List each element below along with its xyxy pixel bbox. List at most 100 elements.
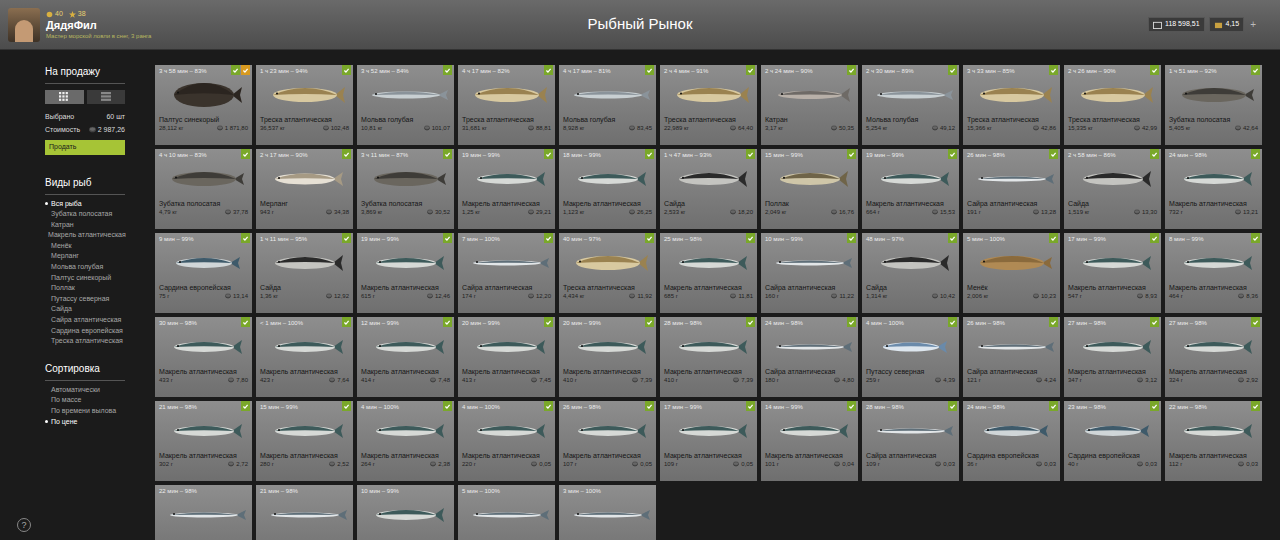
fish-card[interactable]: 20 мин – 99%Макрель атлантическая410 г7,… — [559, 317, 656, 397]
selected-badge[interactable] — [948, 317, 957, 327]
selected-badge[interactable] — [1150, 149, 1159, 159]
view-toggle[interactable] — [87, 90, 126, 104]
list-item[interactable]: Поллак — [45, 283, 125, 294]
selected-badge[interactable] — [241, 149, 250, 159]
selected-badge[interactable] — [948, 65, 957, 75]
fish-card[interactable]: 2 ч 58 мин – 86%Сайда1,519 кг13,30 — [1064, 149, 1161, 229]
selected-badge[interactable] — [645, 317, 654, 327]
list-item[interactable]: По массе — [45, 395, 125, 406]
selected-badge[interactable] — [645, 401, 654, 411]
selected-badge[interactable] — [231, 65, 240, 75]
fish-card[interactable]: 1 ч 11 мин – 95%Сайда1,36 кг12,92 — [256, 233, 353, 313]
fish-card[interactable]: 24 мин – 98%Сайра атлантическая180 г4,80 — [761, 317, 858, 397]
selected-badge[interactable] — [1150, 317, 1159, 327]
selected-badge[interactable] — [1150, 401, 1159, 411]
fish-card[interactable]: 2 ч 17 мин – 90%Мерланг943 г34,38 — [256, 149, 353, 229]
fish-card[interactable]: 3 ч 52 мин – 84%Мольва голубая10,81 кг10… — [357, 65, 454, 145]
fish-card[interactable]: 26 мин – 98%Сайра атлантическая121 г4,24 — [963, 317, 1060, 397]
fish-card[interactable]: 1 ч 47 мин – 93%Сайда2,533 кг18,20 — [660, 149, 757, 229]
selected-badge[interactable] — [847, 233, 856, 243]
fish-card[interactable]: 7 мин – 100%Сайра атлантическая174 г12,2… — [458, 233, 555, 313]
selected-badge[interactable] — [1049, 65, 1058, 75]
fish-card[interactable]: 15 мин – 99%Поллак2,049 кг16,76 — [761, 149, 858, 229]
fish-card[interactable]: 3 ч 33 мин – 85%Треска атлантическая15,3… — [963, 65, 1060, 145]
selected-badge[interactable] — [847, 401, 856, 411]
fish-card[interactable]: 24 мин – 98%Сардина европейская36 г0,03 — [963, 401, 1060, 481]
fish-card[interactable]: 30 мин – 98%Макрель атлантическая433 г7,… — [155, 317, 252, 397]
selected-badge[interactable] — [1049, 401, 1058, 411]
selected-badge[interactable] — [746, 317, 755, 327]
selected-badge[interactable] — [342, 233, 351, 243]
fish-card[interactable]: 22 мин – 98%Макрель атлантическая112 г0,… — [1165, 401, 1262, 481]
fish-card[interactable]: 25 мин – 98%Макрель атлантическая685 г11… — [660, 233, 757, 313]
selected-badge[interactable] — [1150, 65, 1159, 75]
fish-card[interactable]: 40 мин – 97%Треска атлантическая4,434 кг… — [559, 233, 656, 313]
selected-badge[interactable] — [342, 149, 351, 159]
selected-badge[interactable] — [241, 317, 250, 327]
selected-badge[interactable] — [342, 401, 351, 411]
sell-button[interactable]: Продать — [45, 140, 125, 155]
view-toggle[interactable] — [45, 90, 84, 104]
selected-badge[interactable] — [544, 149, 553, 159]
selected-badge[interactable] — [544, 65, 553, 75]
selected-badge[interactable] — [544, 317, 553, 327]
selected-badge[interactable] — [746, 401, 755, 411]
selected-badge[interactable] — [1049, 149, 1058, 159]
fish-card[interactable]: 4 ч 17 мин – 82%Треска атлантическая31,6… — [458, 65, 555, 145]
selected-badge[interactable] — [241, 401, 250, 411]
selected-badge[interactable] — [1251, 149, 1260, 159]
fish-card[interactable]: 4 мин – 100%Путассу северная259 г4,39 — [862, 317, 959, 397]
selected-badge[interactable] — [948, 401, 957, 411]
selected-badge[interactable] — [645, 65, 654, 75]
fish-card[interactable]: 26 мин – 98%Сайра атлантическая191 г13,2… — [963, 149, 1060, 229]
fish-card[interactable]: 18 мин – 99%Макрель атлантическая1,123 к… — [559, 149, 656, 229]
selected-badge[interactable] — [1251, 317, 1260, 327]
list-item[interactable]: Макрель атлантическая — [45, 230, 125, 241]
selected-badge[interactable] — [1049, 317, 1058, 327]
selected-badge[interactable] — [1251, 401, 1260, 411]
selected-badge[interactable] — [645, 149, 654, 159]
fish-card[interactable]: 19 мин – 99%Макрель атлантическая615 г12… — [357, 233, 454, 313]
list-item[interactable]: Автоматически — [45, 385, 125, 396]
fish-card[interactable]: 5 мин – 100%Менёк2,006 кг10,23 — [963, 233, 1060, 313]
fish-card[interactable]: 3 ч 58 мин – 83%Палтус синекорый28,112 к… — [155, 65, 252, 145]
fish-card[interactable]: 3 мин – 100% — [559, 485, 656, 540]
selected-badge[interactable] — [544, 401, 553, 411]
list-item[interactable]: Вся рыба — [45, 199, 125, 210]
selected-badge[interactable] — [1251, 65, 1260, 75]
list-item[interactable]: Зубатка полосатая — [45, 209, 125, 220]
list-item[interactable]: По времени вылова — [45, 406, 125, 417]
list-item[interactable]: Палтус синекорый — [45, 273, 125, 284]
fish-card[interactable]: 19 мин – 99%Макрель атлантическая664 г15… — [862, 149, 959, 229]
fish-card[interactable]: 3 ч 11 мин – 87%Зубатка полосатая3,869 к… — [357, 149, 454, 229]
list-item[interactable]: Катран — [45, 220, 125, 231]
selected-badge[interactable] — [544, 233, 553, 243]
fish-card[interactable]: 21 мин – 98% — [256, 485, 353, 540]
fish-card[interactable]: 1 ч 23 мин – 94%Треска атлантическая36,5… — [256, 65, 353, 145]
fish-card[interactable]: 12 мин – 99%Макрель атлантическая414 г7,… — [357, 317, 454, 397]
avatar[interactable] — [8, 8, 40, 42]
fish-card[interactable]: 2 ч 26 мин – 90%Треска атлантическая15,3… — [1064, 65, 1161, 145]
fish-card[interactable]: 10 мин – 99% — [357, 485, 454, 540]
add-gold-button[interactable]: + — [1248, 20, 1258, 30]
fish-card[interactable]: 5 мин – 100% — [458, 485, 555, 540]
selected-badge[interactable] — [847, 317, 856, 327]
fish-card[interactable]: 27 мин – 98%Макрель атлантическая347 г3,… — [1064, 317, 1161, 397]
fish-card[interactable]: 2 ч 24 мин – 90%Катран3,17 кг50,35 — [761, 65, 858, 145]
list-item[interactable]: Сардина европейская — [45, 326, 125, 337]
list-item[interactable]: Мольва голубая — [45, 262, 125, 273]
selected-badge[interactable] — [847, 65, 856, 75]
selected-badge[interactable] — [443, 233, 452, 243]
fish-card[interactable]: 28 мин – 98%Макрель атлантическая410 г7,… — [660, 317, 757, 397]
selected-badge[interactable] — [1251, 233, 1260, 243]
fish-card[interactable]: 9 мин – 99%Сардина европейская75 г13,14 — [155, 233, 252, 313]
fish-card[interactable]: 21 мин – 98%Макрель атлантическая302 г2,… — [155, 401, 252, 481]
selected-badge[interactable] — [443, 401, 452, 411]
fish-card[interactable]: 1 ч 51 мин – 92%Зубатка полосатая5,405 к… — [1165, 65, 1262, 145]
fish-card[interactable]: 17 мин – 99%Макрель атлантическая109 г0,… — [660, 401, 757, 481]
fish-card[interactable]: 2 ч 30 мин – 89%Мольва голубая5,254 кг49… — [862, 65, 959, 145]
fish-card[interactable]: 4 ч 10 мин – 83%Зубатка полосатая4,79 кг… — [155, 149, 252, 229]
fish-card[interactable]: 8 мин – 99%Макрель атлантическая464 г8,3… — [1165, 233, 1262, 313]
fish-card[interactable]: 19 мин – 99%Макрель атлантическая1,25 кг… — [458, 149, 555, 229]
fish-card[interactable]: 22 мин – 98% — [155, 485, 252, 540]
